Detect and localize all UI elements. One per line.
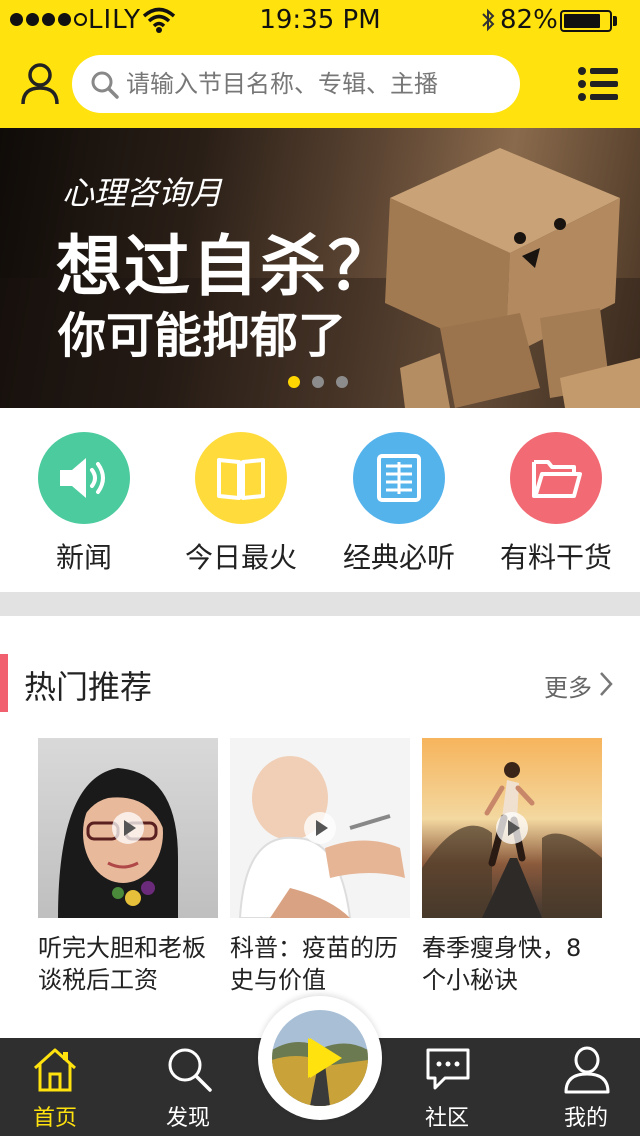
category-news-badge: [38, 432, 130, 524]
search-icon: [168, 1048, 212, 1092]
category-hot-today[interactable]: 今日最火: [161, 432, 321, 576]
tab-label: 社区: [424, 1106, 469, 1131]
top-bar: LILY 19:35 PM 82%: [0, 0, 640, 128]
page-dot-1[interactable]: [288, 376, 300, 388]
banner-tagline: 心理咨询月: [62, 174, 223, 212]
battery-percentage: 82%: [500, 5, 558, 35]
recommendation-card[interactable]: 科普：疫苗的历史与价值: [230, 738, 410, 996]
category-label: 今日最火: [184, 541, 297, 574]
tab-label: 发现: [165, 1106, 210, 1131]
chevron-right-icon[interactable]: [598, 670, 614, 698]
card-thumbnail[interactable]: [230, 738, 410, 918]
battery-icon: [560, 10, 612, 32]
category-hot-badge: [195, 432, 287, 524]
search-bar[interactable]: [72, 55, 520, 113]
list-menu-icon[interactable]: [578, 66, 618, 102]
home-icon: [33, 1048, 77, 1092]
banner-title: 想过自杀？: [56, 228, 396, 305]
tab-home[interactable]: 首页: [0, 1038, 110, 1136]
page-dot-2[interactable]: [312, 376, 324, 388]
category-label: 经典必听: [342, 541, 455, 574]
category-classics-badge: [353, 432, 445, 524]
search-input[interactable]: [126, 55, 506, 113]
category-row: 新闻 今日最火 经典必听 有料干货: [0, 408, 640, 592]
card-title[interactable]: 科普：疫苗的历史与价值: [230, 932, 410, 996]
recommendation-card[interactable]: 春季瘦身快，8个小秘诀: [422, 738, 602, 996]
banner-page-indicator[interactable]: [288, 376, 348, 388]
section-title: 热门推荐: [24, 668, 153, 706]
more-link[interactable]: 更多: [544, 668, 592, 703]
category-label: 新闻: [55, 541, 112, 574]
banner-subtitle: 你可能抑郁了: [58, 308, 347, 364]
promo-banner[interactable]: 心理咨询月 想过自杀？ 你可能抑郁了: [0, 128, 640, 408]
tab-label: 首页: [32, 1106, 77, 1131]
status-bar: LILY 19:35 PM 82%: [0, 0, 640, 40]
person-icon: [564, 1046, 610, 1094]
card-title[interactable]: 听完大胆和老板谈税后工资: [38, 932, 218, 996]
newspaper-icon: [377, 454, 421, 502]
folder-icon: [532, 460, 582, 498]
card-thumbnail[interactable]: [38, 738, 218, 918]
play-icon[interactable]: [496, 812, 528, 844]
now-playing-button[interactable]: [258, 996, 382, 1120]
section-divider: [0, 592, 640, 616]
chat-icon: [426, 1048, 470, 1090]
user-icon[interactable]: [20, 62, 60, 106]
speaker-icon: [60, 458, 105, 498]
tab-mine[interactable]: 我的: [531, 1038, 640, 1136]
card-thumbnail[interactable]: [422, 738, 602, 918]
category-news[interactable]: 新闻: [4, 432, 164, 576]
bluetooth-icon: [482, 8, 495, 32]
book-icon: [217, 458, 265, 500]
category-classics[interactable]: 经典必听: [319, 432, 479, 576]
battery-tip: [613, 16, 617, 26]
tab-label: 我的: [563, 1106, 608, 1131]
section-accent-bar: [0, 654, 8, 712]
tab-discover[interactable]: 发现: [133, 1038, 243, 1136]
play-icon[interactable]: [112, 812, 144, 844]
category-useful-badge: [510, 432, 602, 524]
section-header: 热门推荐 更多: [0, 652, 640, 716]
play-icon[interactable]: [258, 996, 382, 1120]
play-icon[interactable]: [304, 812, 336, 844]
recommendation-card[interactable]: 听完大胆和老板谈税后工资: [38, 738, 218, 996]
page-dot-3[interactable]: [336, 376, 348, 388]
category-useful-content[interactable]: 有料干货: [476, 432, 636, 576]
battery-level-fill: [564, 14, 601, 28]
tab-community[interactable]: 社区: [392, 1038, 502, 1136]
category-label: 有料干货: [499, 541, 612, 574]
card-title[interactable]: 春季瘦身快，8个小秘诀: [422, 932, 602, 996]
search-icon: [91, 71, 119, 99]
